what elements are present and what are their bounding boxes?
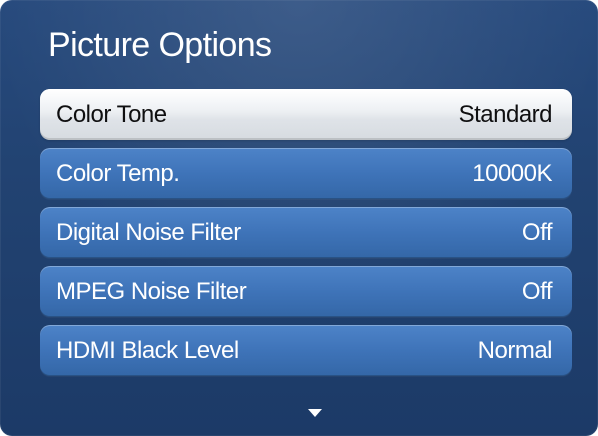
menu-item-value: Off xyxy=(521,218,553,246)
menu-item-mpeg-noise-filter[interactable]: MPEG Noise Filter Off xyxy=(40,266,572,317)
menu-item-label: HDMI Black Level xyxy=(56,336,239,364)
down-arrow-icon[interactable] xyxy=(307,408,323,418)
menu-item-label: MPEG Noise Filter xyxy=(56,277,247,305)
menu-item-hdmi-black-level[interactable]: HDMI Black Level Normal xyxy=(40,325,572,376)
menu-item-label: Digital Noise Filter xyxy=(56,218,241,246)
menu-item-value: Normal xyxy=(477,336,553,364)
picture-options-menu: Color Tone Standard Color Temp. 10000K D… xyxy=(40,89,572,376)
menu-item-color-temp[interactable]: Color Temp. 10000K xyxy=(40,148,572,199)
menu-item-digital-noise-filter[interactable]: Digital Noise Filter Off xyxy=(40,207,572,258)
dialog-title: Picture Options xyxy=(48,26,272,64)
menu-item-value: 10000K xyxy=(472,159,552,187)
menu-item-value: Off xyxy=(521,277,553,305)
menu-item-color-tone[interactable]: Color Tone Standard xyxy=(40,89,572,140)
menu-item-value: Standard xyxy=(458,100,553,128)
menu-item-label: Color Temp. xyxy=(56,159,180,187)
menu-item-label: Color Tone xyxy=(56,100,167,128)
picture-options-dialog: Picture Options Color Tone Standard Colo… xyxy=(0,0,598,436)
